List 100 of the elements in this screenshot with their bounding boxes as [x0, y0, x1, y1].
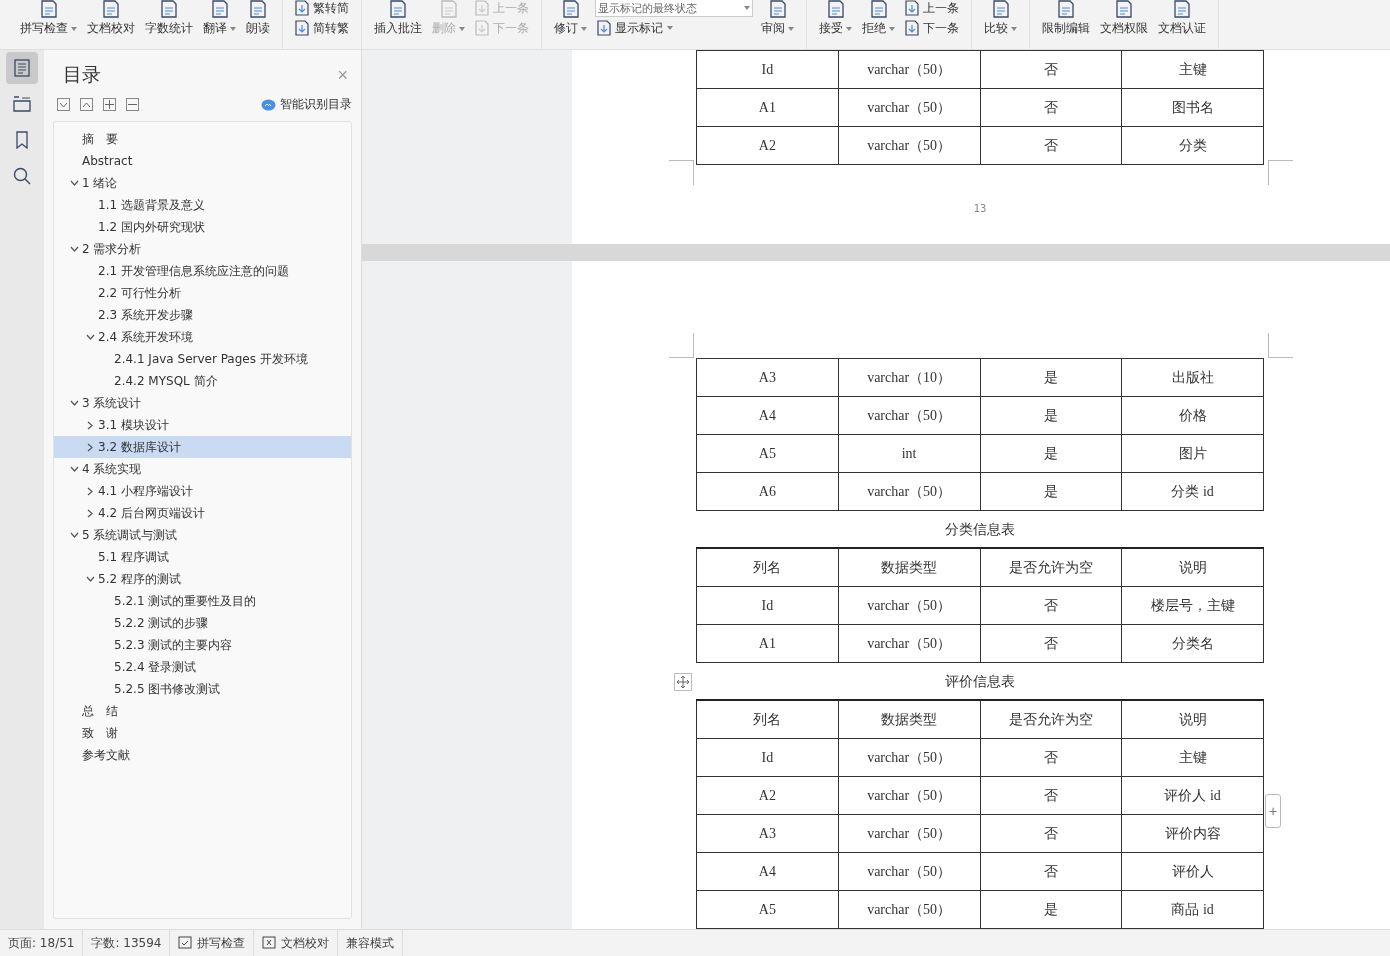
table-cell: varchar（50）: [838, 738, 980, 777]
status-item: 兼容模式: [338, 930, 404, 956]
document-list-icon: [14, 59, 30, 77]
toolbar-button[interactable]: 下一条: [903, 19, 961, 37]
remove-button[interactable]: [126, 98, 139, 111]
caret-icon: [71, 26, 77, 31]
toc-item[interactable]: 5.2.2 测试的步骤: [54, 612, 351, 634]
add-row-button[interactable]: +: [1265, 794, 1281, 828]
toolbar-button[interactable]: 文档校对: [85, 0, 137, 37]
table-cell: A3: [696, 814, 839, 853]
column-header: 是否允许为空: [980, 700, 1122, 739]
toc-item[interactable]: 2.2 可行性分析: [54, 282, 351, 304]
smart-toc-link[interactable]: 智能识别目录: [261, 96, 352, 113]
toolbar-button[interactable]: 翻译: [201, 0, 238, 37]
toc-item[interactable]: 5.1 程序调试: [54, 546, 351, 568]
table-cell: Id: [696, 586, 839, 625]
toc-item[interactable]: 2.4.1 Java Server Pages 开发环境: [54, 348, 351, 370]
toc-item[interactable]: 2.4 系统开发环境: [54, 326, 351, 348]
toc-item[interactable]: 4.1 小程序端设计: [54, 480, 351, 502]
toolbar-button[interactable]: 插入批注: [372, 0, 424, 37]
crop-mark: [1268, 160, 1293, 185]
chevron-right-icon: [87, 508, 93, 518]
dropdown-field[interactable]: 显示标记的最终状态: [595, 0, 753, 17]
table-cell: 价格: [1121, 396, 1264, 435]
toolbar-button[interactable]: 文档权限: [1098, 0, 1150, 37]
caret-icon: [581, 26, 587, 31]
plus-icon: [105, 100, 114, 109]
toc-item[interactable]: 参考文献: [54, 744, 351, 766]
table-cell: 否: [980, 776, 1122, 815]
chevron-down-icon: [85, 576, 95, 582]
toc-item[interactable]: 3.2 数据库设计: [54, 436, 351, 458]
toc-item[interactable]: 5.2.1 测试的重要性及目的: [54, 590, 351, 612]
toc-item[interactable]: 2.3 系统开发步骤: [54, 304, 351, 326]
column-header: 数据类型: [838, 548, 980, 587]
toolbar-button[interactable]: 显示标记: [595, 19, 753, 37]
table-cell: A6: [696, 472, 839, 511]
toolbar-button[interactable]: 比较: [982, 0, 1019, 37]
toc-item[interactable]: 5.2 程序的测试: [54, 568, 351, 590]
table-cell: varchar（50）: [838, 852, 980, 891]
status-item: 字数: 13594: [83, 930, 171, 956]
toolbar-button[interactable]: 简转繁: [293, 19, 351, 37]
table-cell: 主键: [1121, 50, 1264, 89]
move-handle-icon[interactable]: [674, 673, 692, 691]
toc-item[interactable]: 3 系统设计: [54, 392, 351, 414]
toc-item[interactable]: 2.1 开发管理信息系统应注意的问题: [54, 260, 351, 282]
toolbar-button[interactable]: 文档认证: [1156, 0, 1208, 37]
toolbar-button[interactable]: 审阅: [759, 0, 796, 37]
toc-item[interactable]: 5.2.3 测试的主要内容: [54, 634, 351, 656]
chevron-down-icon: [69, 180, 79, 186]
toc-item[interactable]: 2.4.2 MYSQL 简介: [54, 370, 351, 392]
chevron-right-icon: [87, 442, 93, 452]
column-header: 列名: [696, 548, 839, 587]
toolbar-button[interactable]: 上一条: [903, 0, 961, 17]
table-cell: A5: [696, 890, 839, 929]
table-cell: 是: [980, 358, 1122, 397]
toc-item[interactable]: Abstract: [54, 150, 351, 172]
crop-mark: [1268, 333, 1293, 358]
chevron-down-icon: [85, 334, 95, 340]
table-cell: A5: [696, 434, 839, 473]
toolbar-button[interactable]: 繁转简: [293, 0, 351, 17]
toc-item[interactable]: 致 谢: [54, 722, 351, 744]
table-cell: 是: [980, 396, 1122, 435]
toolbar-button[interactable]: 修订: [552, 0, 589, 37]
status-item[interactable]: 拼写检查: [170, 930, 255, 956]
toc-item[interactable]: 摘 要: [54, 128, 351, 150]
toolbar-button[interactable]: 字数统计: [143, 0, 195, 37]
toc-item[interactable]: 总 结: [54, 700, 351, 722]
toc-item[interactable]: 4.2 后台网页端设计: [54, 502, 351, 524]
expand-down-button[interactable]: [57, 98, 70, 111]
table-cell: A1: [696, 624, 839, 663]
toc-item[interactable]: 1 绪论: [54, 172, 351, 194]
toc-item[interactable]: 3.1 模块设计: [54, 414, 351, 436]
toc-item[interactable]: 2 需求分析: [54, 238, 351, 260]
toc-item[interactable]: 1.2 国内外研究现状: [54, 216, 351, 238]
toc-item[interactable]: 5.2.4 登录测试: [54, 656, 351, 678]
bookmark-icon: [16, 131, 28, 149]
cloud-icon: [261, 98, 276, 111]
toolbar-button[interactable]: 限制编辑: [1040, 0, 1092, 37]
add-button[interactable]: [103, 98, 116, 111]
toolbar-button[interactable]: 接受: [817, 0, 854, 37]
toolbar-button[interactable]: 拼写检查: [18, 0, 79, 37]
table-cell: 否: [980, 852, 1122, 891]
collapse-up-button[interactable]: [80, 98, 93, 111]
toc-item[interactable]: 4 系统实现: [54, 458, 351, 480]
table-cell: A1: [696, 88, 839, 127]
toc-item[interactable]: 5.2.5 图书修改测试: [54, 678, 351, 700]
crop-mark: [669, 333, 694, 358]
crop-mark: [669, 160, 694, 185]
toc-item[interactable]: 1.1 选题背景及意义: [54, 194, 351, 216]
table-cell: 否: [980, 88, 1122, 127]
toolbar-button[interactable]: 拒绝: [860, 0, 897, 37]
column-header: 数据类型: [838, 700, 980, 739]
column-header: 是否允许为空: [980, 548, 1122, 587]
document-icon: [905, 20, 919, 36]
toc-item[interactable]: 5 系统调试与测试: [54, 524, 351, 546]
toolbar-button[interactable]: 朗读: [244, 0, 272, 37]
status-item[interactable]: 文档校对: [254, 930, 339, 956]
panel-title: 目录: [63, 62, 101, 87]
table-cell: 楼层号，主键: [1121, 586, 1264, 625]
table-cell: Id: [696, 50, 839, 89]
